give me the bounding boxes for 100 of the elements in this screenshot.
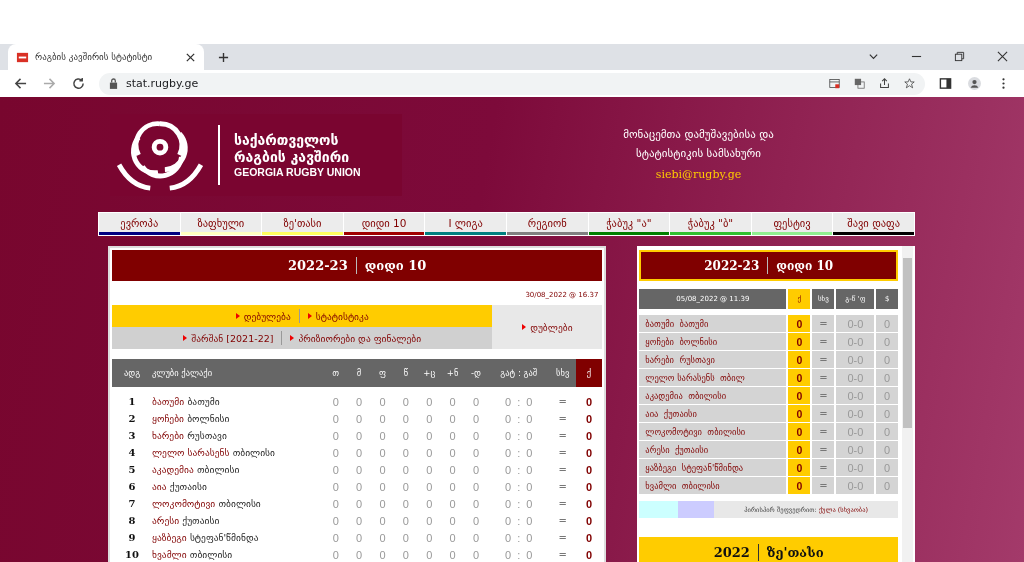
city-cell: ბოლნისი [187, 413, 230, 424]
table-cell: 0 [505, 548, 512, 561]
points-cell: 0 [788, 441, 811, 458]
table-cell: 0 [526, 429, 533, 442]
column-header: ადგ [122, 368, 142, 378]
table-cell: 0-0 [836, 423, 875, 440]
doubles-link[interactable]: დუბლები [522, 321, 573, 333]
table-cell-text: 0 [401, 446, 410, 459]
profile-avatar-icon[interactable] [968, 77, 981, 90]
nav-tab[interactable]: I ლიგა [425, 213, 506, 235]
club-link[interactable]: არესი [152, 515, 180, 526]
club-link[interactable]: ლელო სარასენს [152, 447, 230, 458]
nav-tab[interactable]: ჭაბუკ "ბ" [670, 213, 751, 235]
table-cell-text: 0 [448, 497, 457, 510]
club-link[interactable]: აია [152, 481, 167, 492]
back-icon[interactable] [14, 77, 27, 90]
table-cell-text: 0 [355, 514, 364, 527]
reload-icon[interactable] [72, 77, 85, 90]
nav-tab[interactable]: ფესტივ [751, 213, 833, 235]
table-cell-text: 0 [425, 463, 434, 476]
club-link[interactable]: აკადემია [152, 464, 194, 475]
standings-link[interactable]: დებულება [235, 310, 291, 322]
table-cell: 0-0 [836, 477, 875, 494]
caret-icon[interactable] [868, 51, 879, 62]
email-link[interactable]: siebi@rugby.ge [655, 165, 742, 184]
table-cell-text: 0 [471, 463, 481, 476]
nav-tab[interactable]: შავი დაფა [833, 213, 914, 235]
city-cell: თბილისი [218, 498, 261, 509]
club-cell: ხვამლი თბილისი [639, 477, 787, 494]
lock-icon [109, 78, 118, 89]
table-cell-text: 0 [401, 412, 410, 425]
table-cell: 0 [526, 548, 533, 561]
club-cell: ყაზბეგი სტეფან'წმინდა [639, 459, 787, 476]
nav-tab[interactable]: ჭაბუკ "ა" [588, 213, 670, 235]
table-cell-text: 0 [448, 412, 457, 425]
club-cell: ხარები რუსთავი [639, 351, 787, 368]
points-cell-text: 0 [585, 496, 594, 512]
table-cell: 0 [505, 412, 512, 425]
legend-swatch [678, 501, 715, 518]
table-cell: 0 [526, 395, 533, 408]
table-cell-text: 0 [471, 531, 481, 544]
table-cell: 0-0 [836, 315, 875, 332]
side-panel-icon[interactable] [939, 77, 952, 90]
table-cell: = [812, 477, 835, 494]
blocked-popup-icon[interactable] [829, 78, 840, 89]
club-link[interactable]: ხარები [152, 430, 184, 441]
table-cell-text: 0 [448, 446, 457, 459]
column-header: მ [355, 368, 363, 378]
column-header: სხვ [555, 368, 571, 378]
points-cell-text: 0 [585, 462, 594, 478]
close-icon[interactable] [185, 51, 196, 63]
club-link[interactable]: ყოჩები [152, 413, 184, 424]
table-cell-text: 0 [378, 548, 387, 561]
table-cell: 0 [526, 514, 533, 527]
club-link[interactable]: ხვამლი [152, 549, 187, 560]
table-cell-text: 0 [471, 548, 481, 561]
points-cell-text: 0 [585, 445, 594, 461]
translate-icon[interactable] [854, 78, 865, 89]
address-bar[interactable]: stat.rugby.ge [99, 72, 925, 95]
table-cell-text: 0 [355, 429, 364, 442]
nav-tab[interactable]: რეგიონ [506, 213, 588, 235]
table-cell-text: 0 [448, 463, 457, 476]
star-icon[interactable] [904, 78, 915, 89]
nav-tab[interactable]: ევროპა [99, 213, 180, 235]
standings-link[interactable]: სტატისტიკა [307, 310, 369, 322]
restore-icon[interactable] [954, 51, 965, 62]
share-icon[interactable] [879, 78, 890, 89]
points-cell-text: 0 [585, 547, 594, 562]
browser-tab[interactable]: რაგბის კავშირის სტატისტი [8, 44, 204, 70]
table-cell-text: = [557, 396, 568, 407]
rank-cell-text: 8 [127, 515, 137, 526]
table-cell: = [812, 369, 835, 386]
logo-subtitle: GEORGIA RUGBY UNION [234, 165, 361, 178]
club-link[interactable]: ლოკომოტივი [152, 498, 216, 509]
club-link[interactable]: ბათუმი [152, 396, 185, 407]
nav-tab[interactable]: ზე'თასი [262, 213, 343, 235]
table-cell: = [812, 351, 835, 368]
close-icon[interactable] [997, 51, 1008, 62]
table-cell: : [517, 395, 521, 408]
standings-link[interactable]: პრიზიორები და ფინალები [290, 332, 422, 344]
standings-link[interactable]: შარშან [2021-22] [183, 332, 274, 344]
points-cell-text: 0 [585, 411, 594, 427]
table-cell-text: 0 [331, 548, 340, 561]
column-header: ფ [377, 368, 387, 378]
nav-tab[interactable]: ზაფხული [180, 213, 262, 235]
table-cell-text: 0 [355, 497, 364, 510]
tab-title: რაგბის კავშირის სტატისტი [35, 52, 154, 62]
new-tab-icon[interactable] [218, 52, 229, 63]
points-cell: 0 [788, 315, 811, 332]
table-cell-text: 0 [425, 395, 434, 408]
table-cell: 0 [526, 446, 533, 459]
table-cell-text: = [557, 464, 568, 475]
nav-tab[interactable]: დიდი 10 [343, 213, 425, 235]
scrollbar[interactable] [902, 246, 913, 562]
table-cell-text: = [557, 532, 568, 543]
club-link[interactable]: ყაზბეგი [152, 532, 187, 543]
logo-title: რაგბის კავშირი [234, 148, 351, 166]
city-cell: ქუთაისი [169, 481, 207, 492]
table-cell-text: 0 [378, 480, 387, 493]
table-cell: : [517, 480, 521, 493]
